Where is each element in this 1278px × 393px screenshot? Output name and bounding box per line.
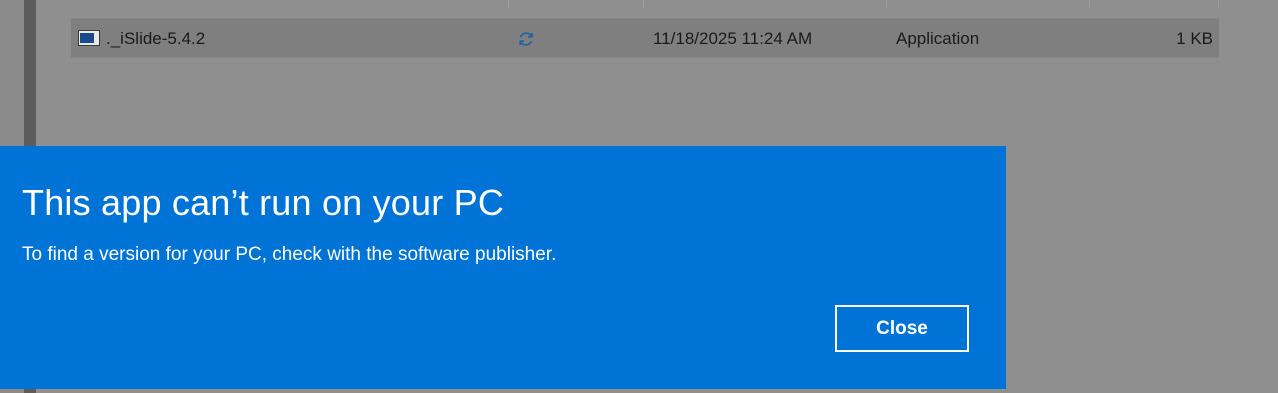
file-type: Application xyxy=(896,29,980,48)
file-size: 1 KB xyxy=(1176,29,1213,48)
app-cannot-run-dialog: This app can’t run on your PC To find a … xyxy=(0,146,1006,389)
close-button[interactable]: Close xyxy=(835,305,969,352)
application-file-icon xyxy=(78,30,100,46)
column-divider xyxy=(886,0,887,8)
file-date-modified: 11/18/2025 11:24 AM xyxy=(653,29,813,48)
file-name: ._iSlide-5.4.2 xyxy=(106,29,206,48)
file-row[interactable]: ._iSlide-5.4.2 11/18/2025 11:24 AM Appli… xyxy=(71,18,1219,58)
column-divider xyxy=(1089,0,1090,8)
column-divider xyxy=(1218,0,1219,8)
column-divider xyxy=(508,0,509,8)
dialog-title: This app can’t run on your PC xyxy=(22,182,505,223)
column-divider xyxy=(643,0,644,8)
sync-icon xyxy=(519,32,533,46)
dialog-message: To find a version for your PC, check wit… xyxy=(22,244,557,265)
